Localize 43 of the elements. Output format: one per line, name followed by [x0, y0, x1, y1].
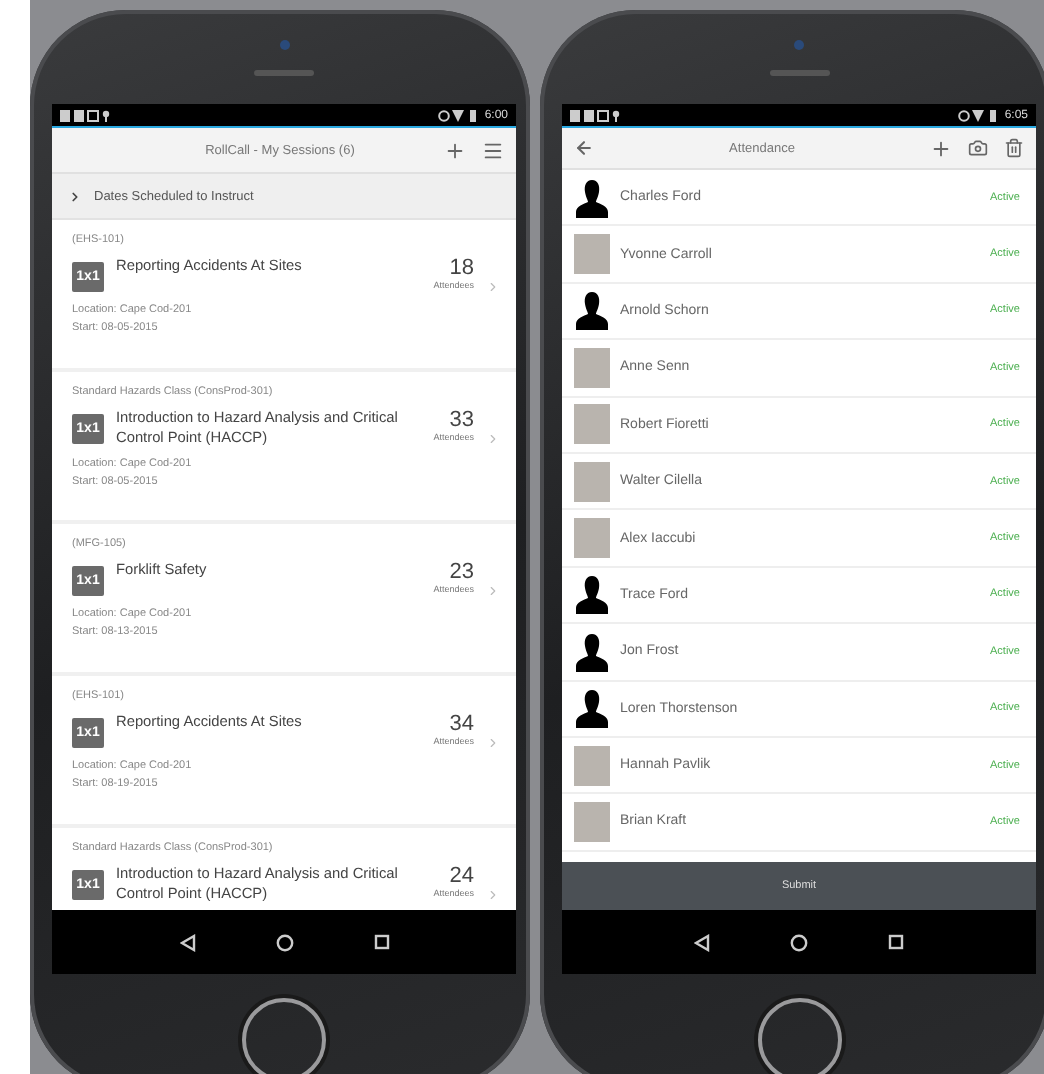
- add-button[interactable]: [444, 139, 466, 161]
- speaker-slot: [254, 69, 314, 75]
- back-triangle-icon[interactable]: [694, 933, 710, 951]
- photo-placeholder: [574, 404, 610, 445]
- photo-placeholder: [574, 745, 610, 786]
- photo-placeholder: [574, 347, 610, 388]
- photo-placeholder: [574, 461, 610, 502]
- home-circle-icon[interactable]: [790, 933, 808, 951]
- recents-square-icon[interactable]: [888, 934, 904, 950]
- back-triangle-icon[interactable]: [179, 933, 195, 951]
- system-status-icons: [438, 109, 479, 121]
- attendee-count: 24: [449, 864, 474, 888]
- attendee-count: 18: [449, 256, 474, 280]
- chevron-right-icon: [486, 584, 500, 598]
- person-silhouette-icon: [574, 574, 610, 615]
- person-silhouette-icon: [574, 688, 610, 729]
- attendee-count: 33: [449, 408, 474, 432]
- attendee-count: 34: [449, 712, 474, 736]
- notification-icons: [60, 109, 112, 121]
- camera-dot: [279, 39, 289, 49]
- system-status-icons: [958, 109, 999, 121]
- speaker-slot: [769, 69, 829, 75]
- delete-button[interactable]: [1004, 138, 1024, 158]
- attendee-count: 23: [449, 560, 474, 584]
- recents-square-icon[interactable]: [373, 934, 389, 950]
- photo-placeholder: [574, 518, 610, 559]
- person-silhouette-icon: [574, 177, 610, 218]
- chevron-right-icon: [486, 280, 500, 294]
- home-circle-icon[interactable]: [275, 933, 293, 951]
- chevron-right-icon: [68, 189, 82, 203]
- camera-button[interactable]: [968, 138, 988, 158]
- chevron-right-icon: [486, 432, 500, 446]
- person-silhouette-icon: [574, 290, 610, 331]
- menu-button[interactable]: [482, 139, 504, 161]
- camera-dot: [794, 39, 804, 49]
- add-button[interactable]: [930, 137, 952, 159]
- back-button[interactable]: [574, 138, 594, 158]
- person-silhouette-icon: [574, 631, 610, 672]
- chevron-right-icon: [486, 736, 500, 750]
- notification-icons: [570, 109, 622, 121]
- chevron-right-icon: [486, 888, 500, 902]
- photo-placeholder: [574, 801, 610, 842]
- photo-placeholder: [574, 234, 610, 275]
